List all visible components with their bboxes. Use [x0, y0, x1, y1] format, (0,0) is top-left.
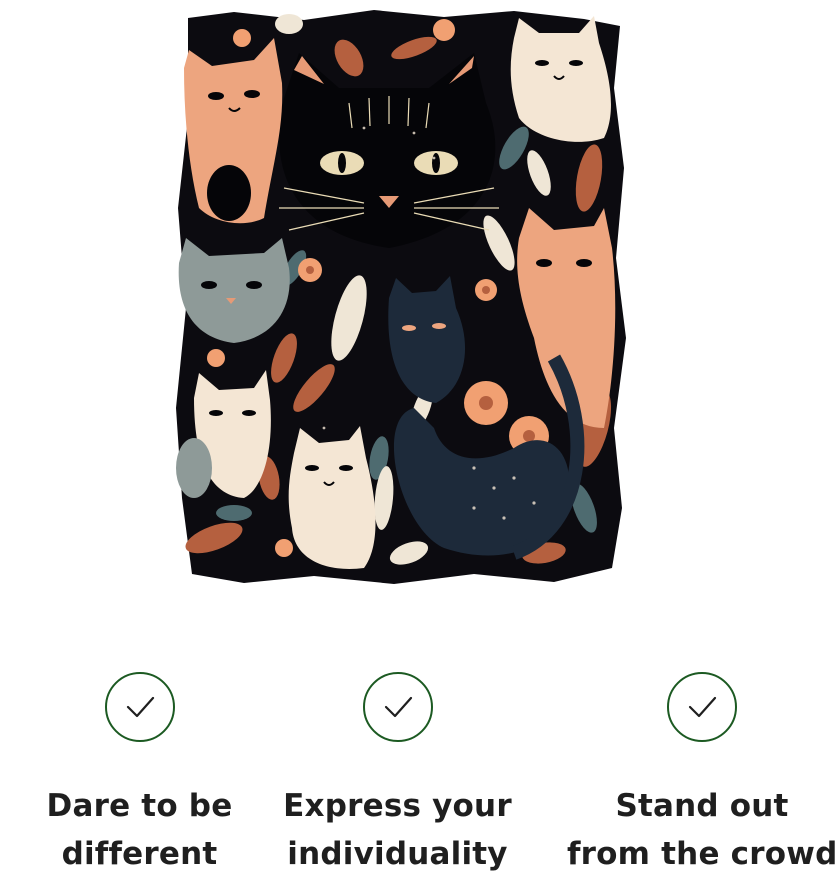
feature-caption: Express your individuality	[258, 782, 537, 878]
caption-line-1: Stand out	[615, 788, 789, 824]
features-row: Dare to be different Express your indivi…	[0, 672, 837, 873]
feature-caption: Dare to be different	[0, 782, 279, 878]
caption-line-1: Dare to be	[46, 788, 233, 824]
white-cat-bottom	[288, 426, 376, 569]
caption-line-1: Express your	[283, 788, 512, 824]
cats-artwork	[174, 8, 626, 586]
caption-line-2: individuality	[287, 836, 508, 872]
orange-cat-top-left	[184, 38, 283, 224]
feature-standout: Stand out from the crowd	[567, 672, 837, 878]
feature-dare: Dare to be different	[0, 672, 279, 878]
cream-cat-top-right	[510, 16, 611, 142]
checkmark-icon	[104, 672, 175, 742]
caption-line-2: from the crowd	[567, 836, 837, 872]
checkmark-icon	[667, 672, 737, 742]
feature-express: Express your individuality	[258, 672, 537, 878]
caption-line-2: different	[61, 836, 218, 872]
feature-caption: Stand out from the crowd	[567, 782, 837, 878]
checkmark-icon	[362, 672, 433, 742]
